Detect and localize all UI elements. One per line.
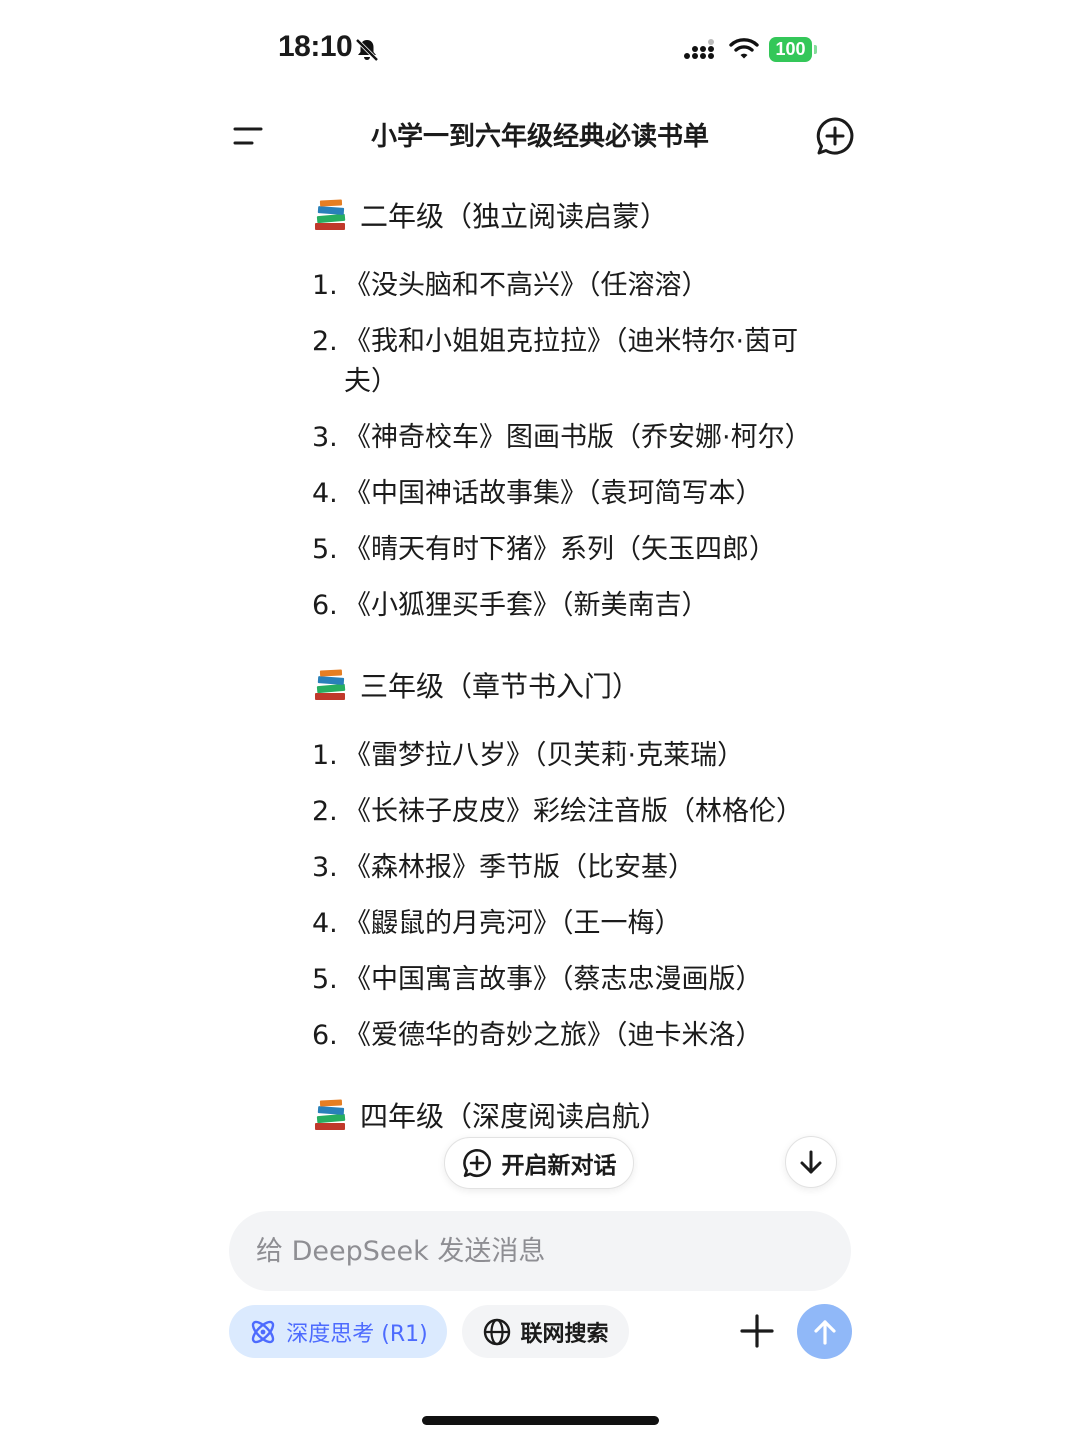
list-number: 4. — [312, 908, 338, 939]
grade-heading-text: 四年级（深度阅读启航） — [360, 1100, 669, 1133]
grade-section: 二年级（独立阅读启蒙） 1. 《没头脑和不高兴》（任溶溶） 2. 《我和小姐姐克拉拉… — [312, 190, 832, 626]
list-number: 1. — [312, 740, 338, 771]
list-item: 2. 《长袜子皮皮》彩绘注音版（林格伦） — [312, 792, 832, 832]
grade-heading-text: 三年级（章节书入门） — [360, 670, 641, 703]
book-title: 《鼹鼠的月亮河》（王一梅） — [344, 908, 682, 939]
list-item: 5. 《中国寓言故事》（蔡志忠漫画版） — [312, 960, 832, 1000]
grade-heading-text: 二年级（独立阅读启蒙） — [360, 200, 669, 233]
grade-heading: 二年级（独立阅读启蒙） — [312, 190, 832, 240]
scroll-to-bottom-button[interactable] — [785, 1136, 837, 1188]
list-item: 5. 《晴天有时下猪》系列（矢玉四郎） — [312, 530, 832, 570]
list-number: 6. — [312, 590, 338, 621]
list-number: 2. — [312, 796, 338, 827]
books-icon — [315, 669, 346, 700]
new-chat-icon[interactable] — [815, 116, 855, 156]
list-item: 6. 《爱德华的奇妙之旅》（迪卡米洛） — [312, 1016, 832, 1056]
grade-heading: 三年级（章节书入门） — [312, 660, 832, 710]
battery-indicator: 100 — [769, 37, 812, 62]
list-item: 1. 《雷梦拉八岁》（贝芙莉·克莱瑞） — [312, 736, 832, 776]
send-button[interactable] — [797, 1304, 852, 1359]
list-number: 6. — [312, 1020, 338, 1051]
list-number: 5. — [312, 964, 338, 995]
atom-icon — [252, 1320, 275, 1343]
book-title: 《长袜子皮皮》彩绘注音版（林格伦） — [344, 796, 803, 827]
book-title: 《我和小姐姐克拉拉》（迪米特尔·茵可夫） — [344, 326, 799, 397]
list-item: 1. 《没头脑和不高兴》（任溶溶） — [312, 266, 832, 306]
status-time: 18:10 — [278, 30, 353, 63]
wifi-icon — [729, 38, 759, 59]
new-chat-label: 开启新对话 — [501, 1153, 617, 1179]
book-title: 《晴天有时下猪》系列（矢玉四郎） — [344, 534, 776, 565]
books-icon — [315, 199, 346, 230]
grade-section: 三年级（章节书入门） 1. 《雷梦拉八岁》（贝芙莉·克莱瑞） 2. 《长袜子皮皮》彩… — [312, 660, 832, 1056]
list-number: 2. — [312, 326, 338, 357]
grade-heading: 四年级（深度阅读启航） — [312, 1090, 832, 1140]
list-number: 3. — [312, 852, 338, 883]
new-chat-icon — [462, 1148, 491, 1178]
message-content: 二年级（独立阅读启蒙） 1. 《没头脑和不高兴》（任溶溶） 2. 《我和小姐姐克拉拉… — [312, 190, 832, 1182]
cellular-signal-icon — [684, 39, 714, 59]
grade-section: 四年级（深度阅读启航） — [312, 1090, 832, 1140]
deep-think-button[interactable]: 深度思考 (R1) — [229, 1305, 447, 1358]
book-title: 《雷梦拉八岁》（贝芙莉·克莱瑞） — [344, 740, 745, 771]
book-title: 《森林报》季节版（比安基） — [344, 852, 695, 883]
book-list: 1. 《没头脑和不高兴》（任溶溶） 2. 《我和小姐姐克拉拉》（迪米特尔·茵可夫） … — [312, 266, 832, 626]
home-indicator — [422, 1416, 659, 1425]
page-title: 小学一到六年级经典必读书单 — [370, 122, 709, 152]
list-number: 4. — [312, 478, 338, 509]
list-number: 5. — [312, 534, 338, 565]
list-item: 6. 《小狐狸买手套》（新美南吉） — [312, 586, 832, 626]
globe-icon — [484, 1318, 511, 1345]
message-input[interactable] — [229, 1211, 851, 1291]
attach-plus-icon[interactable] — [738, 1312, 776, 1350]
deep-think-label: 深度思考 (R1) — [286, 1321, 428, 1347]
list-item: 2. 《我和小姐姐克拉拉》（迪米特尔·茵可夫） — [312, 322, 832, 402]
book-title: 《中国神话故事集》（袁珂简写本） — [344, 478, 763, 509]
new-chat-button[interactable]: 开启新对话 — [444, 1137, 634, 1189]
book-list: 1. 《雷梦拉八岁》（贝芙莉·克莱瑞） 2. 《长袜子皮皮》彩绘注音版（林格伦） 3… — [312, 736, 832, 1056]
book-title: 《小狐狸买手套》（新美南吉） — [344, 590, 709, 621]
book-title: 《没头脑和不高兴》（任溶溶） — [344, 270, 709, 301]
menu-icon[interactable] — [232, 124, 264, 148]
book-title: 《神奇校车》图画书版（乔安娜·柯尔） — [344, 422, 812, 453]
list-item: 4. 《鼹鼠的月亮河》（王一梅） — [312, 904, 832, 944]
chat-screen: 18:10 100 小学一到六年级经典必读书单 二年级（独立阅读启蒙） 1. 《… — [0, 0, 1080, 1439]
book-title: 《爱德华的奇妙之旅》（迪卡米洛） — [344, 1020, 763, 1051]
bell-slash-icon — [355, 38, 379, 62]
list-item: 3. 《森林报》季节版（比安基） — [312, 848, 832, 888]
list-item: 3. 《神奇校车》图画书版（乔安娜·柯尔） — [312, 418, 832, 458]
list-item: 4. 《中国神话故事集》（袁珂简写本） — [312, 474, 832, 514]
book-title: 《中国寓言故事》（蔡志忠漫画版） — [344, 964, 763, 995]
battery-tip — [814, 45, 817, 54]
list-number: 1. — [312, 270, 338, 301]
arrow-up-icon — [813, 1319, 836, 1345]
web-search-label: 联网搜索 — [520, 1321, 609, 1347]
books-icon — [315, 1099, 346, 1130]
web-search-button[interactable]: 联网搜索 — [462, 1305, 629, 1358]
arrow-down-icon — [800, 1150, 822, 1174]
list-number: 3. — [312, 422, 338, 453]
